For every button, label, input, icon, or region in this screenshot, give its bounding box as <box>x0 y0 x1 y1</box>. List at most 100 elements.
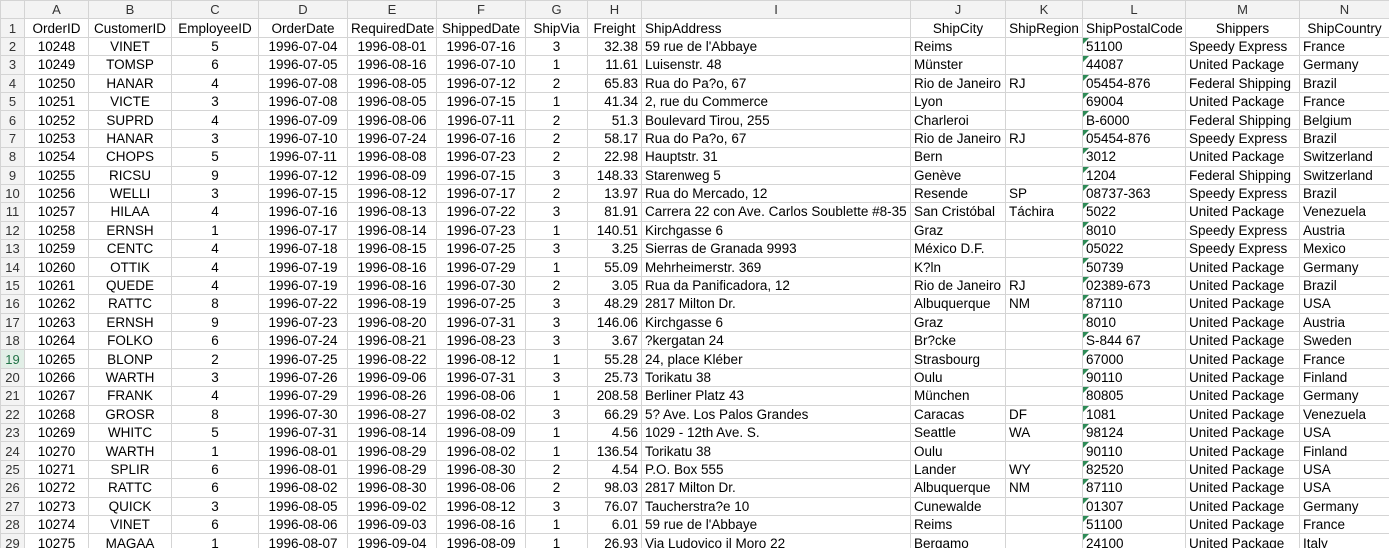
row-number[interactable]: 8 <box>0 147 25 167</box>
grid-cell[interactable]: 1996-07-15 <box>258 183 348 204</box>
grid-cell[interactable]: Germany <box>1299 386 1389 406</box>
grid-cell[interactable]: Resende <box>910 183 1006 204</box>
grid-cell[interactable]: 1996-08-06 <box>347 110 437 130</box>
grid-cell[interactable]: CENTC <box>88 239 172 259</box>
grid-cell[interactable]: VINET <box>88 514 172 535</box>
grid-cell[interactable]: Federal Shipping <box>1185 73 1300 93</box>
grid-cell[interactable]: Venezuela <box>1299 202 1389 222</box>
grid-cell[interactable]: Strasbourg <box>910 349 1006 369</box>
grid-cell[interactable]: 3 <box>171 367 259 388</box>
grid-cell[interactable]: Speedy Express <box>1185 128 1300 149</box>
grid-cell[interactable]: Speedy Express <box>1185 183 1300 204</box>
grid-cell[interactable]: 3 <box>171 496 259 516</box>
grid-cell[interactable]: 1996-08-08 <box>347 147 437 167</box>
grid-cell[interactable]: 1996-08-07 <box>258 533 348 548</box>
grid-cell[interactable]: 1996-08-29 <box>347 459 437 480</box>
grid-cell[interactable]: 1996-08-16 <box>347 55 437 75</box>
grid-cell[interactable]: 1996-07-05 <box>258 55 348 75</box>
grid-cell[interactable]: 1996-08-06 <box>258 514 348 535</box>
grid-cell[interactable]: 11.61 <box>587 55 642 75</box>
grid-cell[interactable]: B-6000 <box>1082 110 1186 130</box>
row-number[interactable]: 29 <box>0 533 25 548</box>
grid-cell[interactable] <box>1005 165 1083 185</box>
grid-cell[interactable]: WELLI <box>88 183 172 204</box>
grid-cell[interactable]: 1029 - 12th Ave. S. <box>641 422 911 443</box>
header-cell[interactable]: EmployeeID <box>171 18 259 38</box>
grid-cell[interactable]: 87110 <box>1082 478 1186 498</box>
grid-cell[interactable] <box>1005 367 1083 388</box>
grid-cell[interactable]: 1996-08-12 <box>436 496 526 516</box>
row-number[interactable]: 26 <box>0 478 25 498</box>
grid-cell[interactable]: 1996-07-15 <box>436 165 526 185</box>
grid-cell[interactable]: 1996-07-19 <box>258 257 348 277</box>
grid-cell[interactable]: United Package <box>1185 496 1300 516</box>
grid-cell[interactable]: 8010 <box>1082 220 1186 241</box>
grid-cell[interactable]: Caracas <box>910 404 1006 424</box>
grid-cell[interactable]: Graz <box>910 220 1006 241</box>
grid-cell[interactable]: 2 <box>525 147 588 167</box>
grid-cell[interactable]: 10268 <box>24 404 89 424</box>
grid-cell[interactable]: Graz <box>910 312 1006 333</box>
row-number[interactable]: 19 <box>0 349 25 369</box>
grid-cell[interactable]: 1996-09-03 <box>347 514 437 535</box>
grid-cell[interactable]: P.O. Box 555 <box>641 459 911 480</box>
grid-cell[interactable]: 01307 <box>1082 496 1186 516</box>
row-number[interactable]: 6 <box>0 110 25 130</box>
grid-cell[interactable]: 1996-08-16 <box>436 514 526 535</box>
grid-cell[interactable]: RJ <box>1005 73 1083 93</box>
grid-cell[interactable]: 10274 <box>24 514 89 535</box>
grid-cell[interactable]: Mexico <box>1299 239 1389 259</box>
row-number[interactable]: 23 <box>0 422 25 443</box>
grid-cell[interactable]: 10270 <box>24 441 89 461</box>
grid-cell[interactable]: ERNSH <box>88 312 172 333</box>
grid-cell[interactable]: Brazil <box>1299 128 1389 149</box>
row-number[interactable]: 7 <box>0 128 25 149</box>
grid-cell[interactable]: 32.38 <box>587 36 642 57</box>
grid-cell[interactable]: Finland <box>1299 367 1389 388</box>
grid-cell[interactable]: 1996-09-02 <box>347 496 437 516</box>
grid-cell[interactable] <box>1005 110 1083 130</box>
grid-cell[interactable]: 44087 <box>1082 55 1186 75</box>
grid-cell[interactable]: Speedy Express <box>1185 239 1300 259</box>
grid-cell[interactable]: Federal Shipping <box>1185 110 1300 130</box>
grid-cell[interactable]: 140.51 <box>587 220 642 241</box>
grid-cell[interactable]: 1996-07-17 <box>258 220 348 241</box>
grid-cell[interactable]: 2, rue du Commerce <box>641 91 911 112</box>
grid-cell[interactable]: 1996-07-24 <box>258 331 348 351</box>
header-cell[interactable]: ShipCity <box>910 18 1006 38</box>
grid-cell[interactable]: 1996-07-19 <box>258 275 348 296</box>
grid-cell[interactable]: 1204 <box>1082 165 1186 185</box>
grid-cell[interactable]: 1996-07-04 <box>258 36 348 57</box>
grid-cell[interactable]: 1996-07-09 <box>258 110 348 130</box>
grid-cell[interactable]: 10252 <box>24 110 89 130</box>
grid-cell[interactable]: Speedy Express <box>1185 36 1300 57</box>
grid-cell[interactable]: 1996-09-06 <box>347 367 437 388</box>
grid-cell[interactable]: WHITC <box>88 422 172 443</box>
grid-cell[interactable]: Venezuela <box>1299 404 1389 424</box>
grid-cell[interactable]: 02389-673 <box>1082 275 1186 296</box>
grid-cell[interactable]: 5 <box>171 147 259 167</box>
grid-cell[interactable]: 1996-08-14 <box>347 422 437 443</box>
grid-cell[interactable]: 1996-08-30 <box>347 478 437 498</box>
grid-cell[interactable]: 1996-07-31 <box>436 367 526 388</box>
grid-cell[interactable]: 1996-07-22 <box>436 202 526 222</box>
grid-cell[interactable]: 1996-08-05 <box>347 73 437 93</box>
grid-cell[interactable]: Finland <box>1299 441 1389 461</box>
grid-cell[interactable]: Rua do Pa?o, 67 <box>641 128 911 149</box>
grid-cell[interactable]: 6 <box>171 478 259 498</box>
grid-cell[interactable]: 1996-07-31 <box>258 422 348 443</box>
grid-cell[interactable]: 1 <box>525 422 588 443</box>
grid-cell[interactable]: 1996-08-22 <box>347 349 437 369</box>
grid-cell[interactable]: 87110 <box>1082 294 1186 314</box>
grid-cell[interactable]: 1996-08-12 <box>436 349 526 369</box>
grid-cell[interactable]: 1996-08-09 <box>436 533 526 548</box>
grid-cell[interactable]: Brazil <box>1299 183 1389 204</box>
grid-cell[interactable]: United Package <box>1185 459 1300 480</box>
grid-cell[interactable]: 08737-363 <box>1082 183 1186 204</box>
grid-cell[interactable]: 48.29 <box>587 294 642 314</box>
grid-cell[interactable]: NM <box>1005 478 1083 498</box>
grid-cell[interactable]: 10249 <box>24 55 89 75</box>
grid-cell[interactable]: 9 <box>171 165 259 185</box>
grid-cell[interactable]: 80805 <box>1082 386 1186 406</box>
grid-cell[interactable]: 3 <box>171 128 259 149</box>
